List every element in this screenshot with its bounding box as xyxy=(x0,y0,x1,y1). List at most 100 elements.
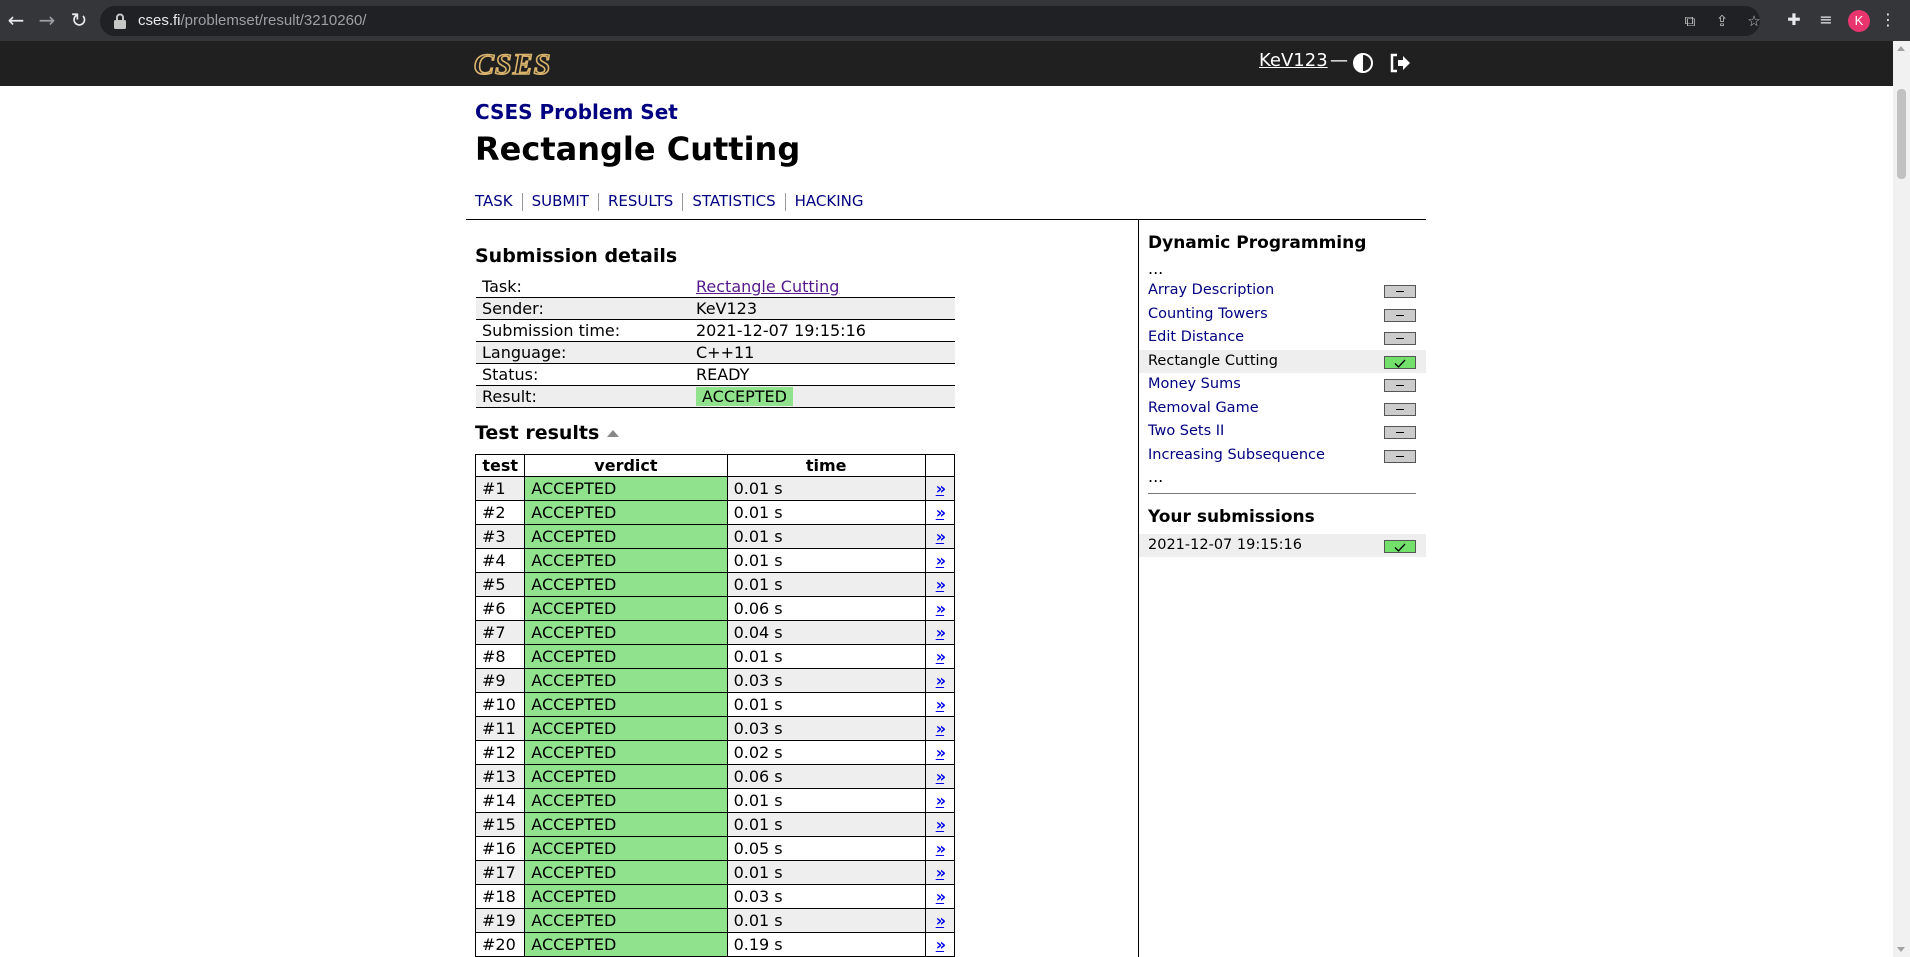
nav-results[interactable]: RESULTS xyxy=(608,192,673,210)
sidebar-task-item[interactable]: Removal Game xyxy=(1139,397,1426,421)
sidebar-task-item[interactable]: Array Description xyxy=(1139,279,1426,303)
theme-toggle-icon[interactable] xyxy=(1352,52,1374,74)
double-chevron-icon[interactable]: » xyxy=(936,815,946,834)
test-details-link[interactable]: » xyxy=(924,596,956,621)
double-chevron-icon[interactable]: » xyxy=(936,887,946,906)
task-link[interactable]: Rectangle Cutting xyxy=(696,277,839,296)
test-time: 0.05 s xyxy=(726,836,926,861)
test-details-link[interactable]: » xyxy=(924,812,956,837)
test-details-link[interactable]: » xyxy=(924,764,956,789)
sidebar-task-link[interactable]: Money Sums xyxy=(1148,376,1241,392)
test-details-link[interactable]: » xyxy=(924,668,956,693)
double-chevron-icon[interactable]: » xyxy=(936,863,946,882)
test-time: 0.01 s xyxy=(726,812,926,837)
double-chevron-icon[interactable]: » xyxy=(936,791,946,810)
double-chevron-icon[interactable]: » xyxy=(936,551,946,570)
sidebar-task-link[interactable]: Counting Towers xyxy=(1148,306,1268,322)
test-details-link[interactable]: » xyxy=(924,620,956,645)
test-details-link[interactable]: » xyxy=(924,476,956,501)
test-details-link[interactable]: » xyxy=(924,644,956,669)
double-chevron-icon[interactable]: » xyxy=(936,623,946,642)
sidebar-task-link[interactable]: Increasing Subsequence xyxy=(1148,447,1325,463)
test-verdict: ACCEPTED xyxy=(524,836,728,861)
double-chevron-icon[interactable]: » xyxy=(936,719,946,738)
test-details-link[interactable]: » xyxy=(924,884,956,909)
reading-list-icon[interactable]: ≡ xyxy=(1815,9,1837,31)
double-chevron-icon[interactable]: » xyxy=(936,743,946,762)
nav-hacking[interactable]: HACKING xyxy=(795,192,864,210)
nav-divider xyxy=(466,219,1426,220)
test-results-heading[interactable]: Test results xyxy=(475,422,620,444)
address-bar[interactable]: cses.fi/problemset/result/3210260/ ⧉ ⇪ ☆ xyxy=(100,6,1761,36)
test-row: #3 ACCEPTED 0.01 s » xyxy=(474,524,956,549)
test-time: 0.01 s xyxy=(726,644,926,669)
scrollbar-thumb[interactable] xyxy=(1897,89,1906,179)
test-details-link[interactable]: » xyxy=(924,740,956,765)
problemset-title[interactable]: CSES Problem Set xyxy=(475,100,678,124)
test-details-link[interactable]: » xyxy=(924,932,956,957)
bookmark-star-icon[interactable]: ☆ xyxy=(1744,11,1764,31)
sidebar-task-item[interactable]: Increasing Subsequence xyxy=(1139,444,1426,468)
sidebar-task-item[interactable]: Edit Distance xyxy=(1139,326,1426,350)
double-chevron-icon[interactable]: » xyxy=(936,839,946,858)
submission-time-link[interactable]: 2021-12-07 19:15:16 xyxy=(1148,537,1302,553)
username-link[interactable]: KeV123 xyxy=(1259,50,1328,71)
test-details-link[interactable]: » xyxy=(924,716,956,741)
double-chevron-icon[interactable]: » xyxy=(936,575,946,594)
test-number: #3 xyxy=(474,524,526,549)
double-chevron-icon[interactable]: » xyxy=(936,647,946,666)
profile-avatar[interactable]: K xyxy=(1848,10,1870,32)
test-time: 0.03 s xyxy=(726,884,926,909)
unsolved-dash-icon xyxy=(1384,402,1416,416)
double-chevron-icon[interactable]: » xyxy=(936,503,946,522)
test-details-link[interactable]: » xyxy=(924,524,956,549)
page-scrollbar[interactable] xyxy=(1893,41,1910,957)
menu-icon[interactable]: ⋮ xyxy=(1880,9,1896,31)
double-chevron-icon[interactable]: » xyxy=(936,935,946,954)
logout-icon[interactable] xyxy=(1389,52,1411,74)
sidebar-task-item[interactable]: Two Sets II xyxy=(1139,420,1426,444)
nav-task[interactable]: TASK xyxy=(475,192,513,210)
collapse-triangle-icon[interactable] xyxy=(607,430,620,437)
share-icon[interactable]: ⇪ xyxy=(1712,11,1732,31)
test-time: 0.06 s xyxy=(726,764,926,789)
extensions-icon[interactable]: ✚ xyxy=(1783,9,1805,31)
details-value: KeV123 xyxy=(690,297,955,320)
double-chevron-icon[interactable]: » xyxy=(936,599,946,618)
test-row: #5 ACCEPTED 0.01 s » xyxy=(474,572,956,597)
sidebar-task-item[interactable]: Money Sums xyxy=(1139,373,1426,397)
sidebar-task-link[interactable]: Edit Distance xyxy=(1148,329,1244,345)
sidebar-task-link[interactable]: Removal Game xyxy=(1148,400,1259,416)
test-details-link[interactable]: » xyxy=(924,548,956,573)
nav-submit[interactable]: SUBMIT xyxy=(532,192,589,210)
solved-check-icon xyxy=(1384,355,1416,369)
test-details-link[interactable]: » xyxy=(924,572,956,597)
test-details-link[interactable]: » xyxy=(924,836,956,861)
double-chevron-icon[interactable]: » xyxy=(936,695,946,714)
unsolved-dash-icon xyxy=(1384,449,1416,463)
sidebar-task-link[interactable]: Two Sets II xyxy=(1148,423,1224,439)
test-details-link[interactable]: » xyxy=(924,500,956,525)
sidebar-task-link[interactable]: Array Description xyxy=(1148,282,1274,298)
sidebar-task-link[interactable]: Rectangle Cutting xyxy=(1148,353,1278,369)
test-details-link[interactable]: » xyxy=(924,908,956,933)
submission-details-heading: Submission details xyxy=(475,245,678,267)
cses-logo[interactable]: CSES xyxy=(473,47,551,82)
submission-entry[interactable]: 2021-12-07 19:15:16 xyxy=(1139,534,1426,557)
sidebar-task-item[interactable]: Rectangle Cutting xyxy=(1139,349,1426,373)
test-details-link[interactable]: » xyxy=(924,860,956,885)
back-icon[interactable]: ← xyxy=(4,8,28,32)
sidebar-task-item[interactable]: Counting Towers xyxy=(1139,303,1426,327)
double-chevron-icon[interactable]: » xyxy=(936,671,946,690)
translate-icon[interactable]: ⧉ xyxy=(1680,11,1700,31)
test-number: #9 xyxy=(474,668,526,693)
nav-statistics[interactable]: STATISTICS xyxy=(692,192,775,210)
double-chevron-icon[interactable]: » xyxy=(936,479,946,498)
double-chevron-icon[interactable]: » xyxy=(936,527,946,546)
forward-icon[interactable]: → xyxy=(35,8,59,32)
test-details-link[interactable]: » xyxy=(924,788,956,813)
reload-icon[interactable]: ↻ xyxy=(67,8,91,32)
double-chevron-icon[interactable]: » xyxy=(936,767,946,786)
test-details-link[interactable]: » xyxy=(924,692,956,717)
double-chevron-icon[interactable]: » xyxy=(936,911,946,930)
